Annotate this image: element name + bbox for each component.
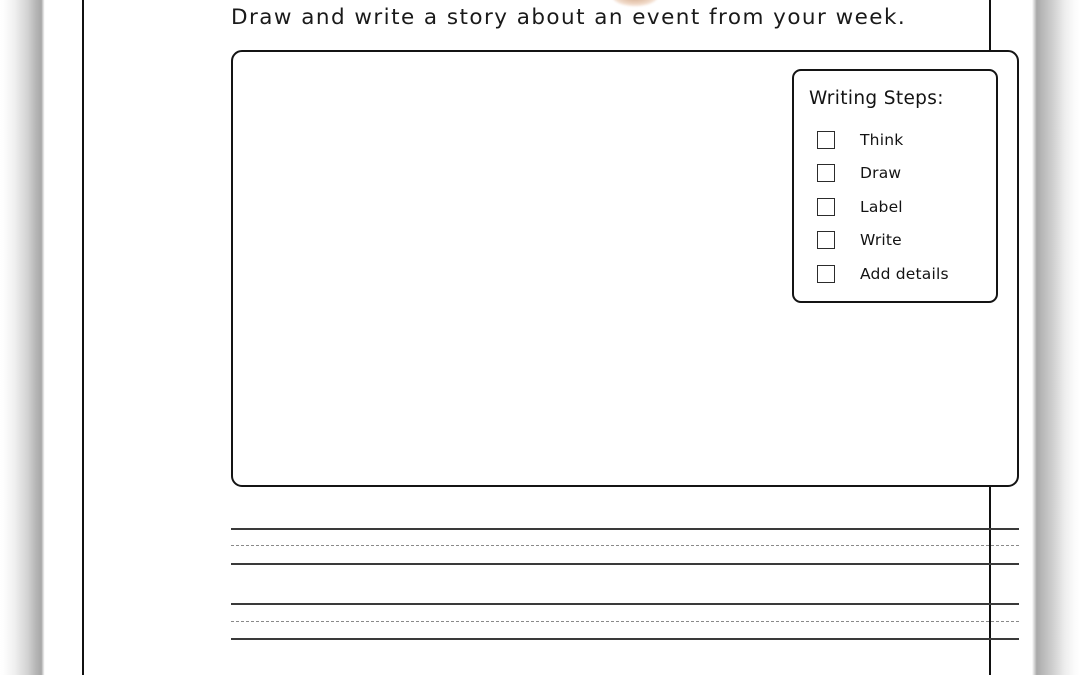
checkbox-draw[interactable] [817, 164, 835, 183]
worksheet-page: Draw and write a story about an event fr… [0, 0, 1080, 675]
page-shadow-right [1032, 0, 1080, 675]
prompt-text: Draw and write a story about an event fr… [231, 5, 907, 30]
writing-line-dashed-mid [231, 545, 1019, 546]
writing-line-solid-top [231, 603, 1019, 605]
writing-step-item[interactable]: Label [794, 190, 996, 224]
writing-steps-list: Think Draw Label Write Add details [794, 123, 996, 291]
writing-step-label: Think [860, 130, 904, 149]
checkbox-think[interactable] [817, 130, 835, 149]
checkbox-write[interactable] [817, 231, 835, 250]
writing-step-item[interactable]: Draw [794, 157, 996, 191]
checkbox-add-details[interactable] [817, 264, 835, 283]
writing-step-label: Label [860, 197, 903, 216]
writing-step-item[interactable]: Write [794, 224, 996, 258]
writing-line-solid-bottom [231, 638, 1019, 640]
writing-line-dashed-mid [231, 621, 1019, 622]
writing-line-solid-bottom [231, 563, 1019, 565]
writing-step-label: Add details [860, 264, 949, 283]
writing-step-item[interactable]: Think [794, 123, 996, 157]
writing-line-solid-top [231, 528, 1019, 530]
writing-step-label: Write [860, 231, 902, 250]
writing-steps-panel: Writing Steps: Think Draw Label Write Ad… [792, 69, 998, 303]
writing-steps-title: Writing Steps: [809, 88, 944, 109]
page-shadow-left [0, 0, 48, 675]
checkbox-label[interactable] [817, 197, 835, 216]
writing-step-item[interactable]: Add details [794, 257, 996, 291]
paper-sheet: Draw and write a story about an event fr… [82, 0, 1019, 675]
writing-step-label: Draw [860, 164, 902, 183]
